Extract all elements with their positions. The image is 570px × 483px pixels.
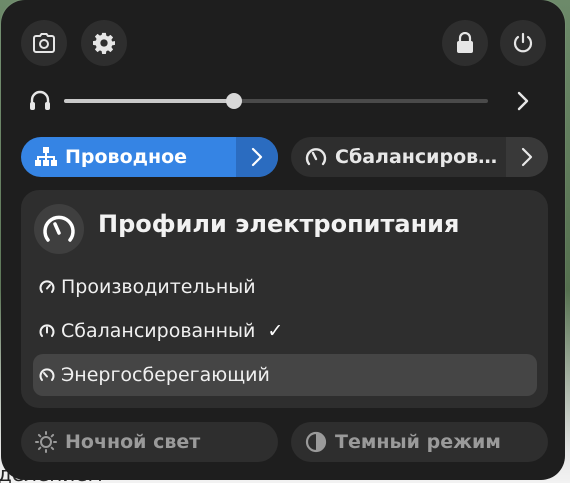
power-profiles-submenu: Профили электропитания Производительный … [21, 190, 548, 408]
headphones-icon [30, 90, 50, 110]
volume-slider-handle[interactable] [225, 93, 242, 109]
wired-network-icon [35, 147, 57, 166]
power-profile-toggle-main[interactable]: Сбалансиров… [291, 137, 506, 177]
profile-item-performance[interactable]: Производительный [33, 266, 537, 308]
dark-mode-toggle[interactable]: Темный режим [291, 422, 548, 462]
speedometer-icon [305, 148, 327, 166]
profile-label: Производительный [61, 276, 256, 298]
speedometer-icon [39, 280, 55, 293]
speedometer-icon [43, 215, 75, 242]
wired-network-menu-button[interactable] [236, 137, 278, 177]
screenshot-button[interactable] [21, 20, 67, 66]
chevron-right-icon [521, 147, 533, 167]
profile-label: Энергосберегающий [61, 364, 270, 386]
wired-network-label: Проводное [65, 146, 188, 168]
power-icon [513, 32, 533, 53]
lock-icon [457, 32, 473, 53]
chevron-right-icon[interactable] [513, 90, 533, 112]
selected-check-icon: ✓ [267, 320, 284, 342]
speedometer-icon [39, 324, 55, 337]
speedometer-icon [39, 368, 55, 381]
power-profile-toggle[interactable]: Сбалансиров… [291, 137, 548, 177]
lock-button[interactable] [442, 20, 488, 66]
profile-item-balanced[interactable]: Сбалансированный ✓ [33, 310, 537, 352]
quick-settings-menu: Проводное Сбалансиров… Профили электропи… [1, 0, 565, 480]
settings-button[interactable] [81, 20, 127, 66]
night-light-icon [35, 431, 57, 453]
gear-icon [93, 32, 115, 54]
profile-label: Сбалансированный [61, 320, 256, 342]
profile-item-power-saver[interactable]: Энергосберегающий [33, 354, 537, 396]
wired-network-toggle[interactable]: Проводное [21, 137, 278, 177]
power-profile-menu-button[interactable] [506, 137, 548, 177]
power-profile-label: Сбалансиров… [335, 146, 498, 168]
chevron-right-icon [251, 147, 263, 167]
submenu-title: Профили электропитания [98, 210, 460, 238]
night-light-label: Ночной свет [65, 431, 201, 453]
camera-icon [33, 33, 55, 53]
power-off-button[interactable] [500, 20, 546, 66]
dark-mode-label: Темный режим [335, 431, 501, 453]
volume-level-fill [64, 99, 234, 103]
night-light-toggle[interactable]: Ночной свет [21, 422, 278, 462]
wired-network-toggle-main[interactable]: Проводное [21, 137, 236, 177]
volume-slider[interactable] [64, 93, 488, 109]
submenu-header-icon [34, 204, 84, 254]
dark-mode-icon [305, 431, 327, 453]
